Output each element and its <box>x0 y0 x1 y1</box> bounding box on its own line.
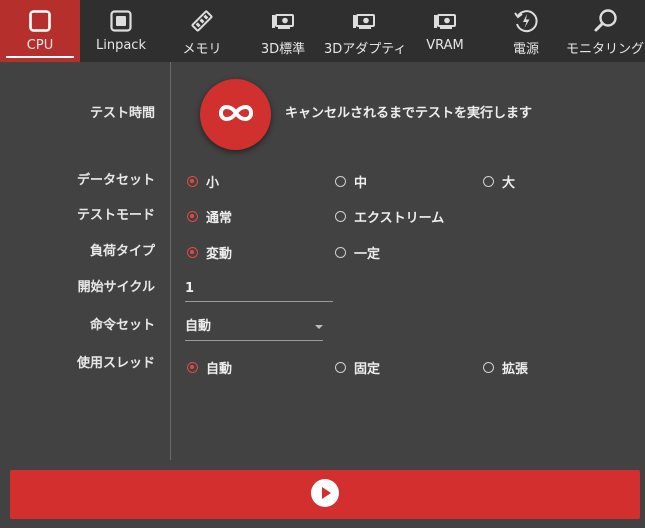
option-label: 小 <box>206 175 220 191</box>
tab-3d-standard[interactable]: 3D標準 <box>242 0 324 62</box>
tab-label: メモリ <box>182 42 222 57</box>
radio-selected-icon <box>187 175 198 187</box>
instruction-set-label: 命令セット <box>89 318 155 333</box>
tab-3d-adaptive[interactable]: 3Dアダプティブ <box>324 0 404 62</box>
gpu-icon <box>350 7 378 35</box>
dataset-label: データセット <box>76 173 155 188</box>
radio-icon <box>335 175 346 187</box>
gpu-icon <box>269 7 297 35</box>
chip-icon <box>107 7 135 35</box>
tab-label: CPU <box>26 38 54 53</box>
test-time-description: キャンセルされるまでテストを実行します <box>285 106 533 121</box>
test-mode-label: テストモード <box>76 208 155 223</box>
dataset-option-medium[interactable]: 中 <box>335 168 367 194</box>
radio-icon <box>335 246 346 258</box>
load-type-row: 負荷タイプ 変動 一定 <box>0 239 645 265</box>
cpu-icon <box>26 7 54 35</box>
play-icon <box>310 478 340 512</box>
radio-selected-icon <box>187 210 198 222</box>
threads-option-auto[interactable]: 自動 <box>187 354 232 380</box>
radio-icon <box>335 210 346 222</box>
start-test-button[interactable] <box>10 470 640 519</box>
tab-vram[interactable]: VRAM <box>404 0 486 62</box>
gpu-icon <box>431 7 459 35</box>
option-label: 一定 <box>354 246 381 262</box>
threads-option-extended[interactable]: 拡張 <box>483 354 528 380</box>
test-time-label: テスト時間 <box>89 106 155 121</box>
option-label: 通常 <box>206 210 233 226</box>
radio-selected-icon <box>187 246 198 258</box>
option-label: 変動 <box>206 246 233 262</box>
tab-label: 3D標準 <box>260 42 306 57</box>
tab-label: VRAM <box>426 38 464 53</box>
test-mode-option-normal[interactable]: 通常 <box>187 203 232 229</box>
test-mode-option-extreme[interactable]: エクストリーム <box>335 203 444 229</box>
option-label: 中 <box>354 175 368 191</box>
magnifier-icon <box>592 7 620 35</box>
option-label: 固定 <box>354 361 381 377</box>
tab-cpu[interactable]: CPU <box>0 0 80 62</box>
tab-label: 電源 <box>512 42 539 57</box>
dropdown-arrow-icon <box>315 325 323 329</box>
option-label: エクストリーム <box>354 210 445 226</box>
option-label: 拡張 <box>502 361 529 377</box>
infinite-duration-button[interactable] <box>200 79 271 150</box>
dataset-row: データセット 小 中 大 <box>0 168 645 194</box>
radio-icon <box>483 361 494 373</box>
threads-row: 使用スレッド 自動 固定 拡張 <box>0 352 645 378</box>
instruction-set-select[interactable]: 自動 <box>185 314 323 341</box>
option-label: 大 <box>502 175 516 191</box>
start-cycle-label: 開始サイクル <box>77 280 155 295</box>
tab-memory[interactable]: メモリ <box>162 0 242 62</box>
radio-icon <box>483 175 494 187</box>
select-value: 自動 <box>185 319 212 334</box>
power-icon <box>512 7 540 35</box>
tab-label: 3Dアダプティブ <box>324 42 404 57</box>
load-type-label: 負荷タイプ <box>89 244 155 259</box>
tab-label: モニタリング <box>566 42 645 57</box>
threads-label: 使用スレッド <box>76 356 155 371</box>
tab-power[interactable]: 電源 <box>486 0 566 62</box>
radio-selected-icon <box>187 361 198 373</box>
dataset-option-large[interactable]: 大 <box>483 168 515 194</box>
radio-icon <box>335 361 346 373</box>
option-label: 自動 <box>206 361 233 377</box>
tab-label: Linpack <box>96 38 146 53</box>
tab-bar: CPU Linpack メモリ 3D標準 3Dアダプティブ VRAM 電源 <box>0 0 645 62</box>
load-type-option-variable[interactable]: 変動 <box>187 239 232 265</box>
dataset-option-small[interactable]: 小 <box>187 168 219 194</box>
memory-icon <box>188 7 216 35</box>
tab-monitoring[interactable]: モニタリング <box>566 0 645 62</box>
start-cycle-input[interactable]: 1 <box>185 276 333 302</box>
infinity-icon <box>214 101 258 129</box>
test-mode-row: テストモード 通常 エクストリーム <box>0 203 645 229</box>
threads-option-fixed[interactable]: 固定 <box>335 354 380 380</box>
tab-linpack[interactable]: Linpack <box>80 0 162 62</box>
load-type-option-constant[interactable]: 一定 <box>335 239 380 265</box>
